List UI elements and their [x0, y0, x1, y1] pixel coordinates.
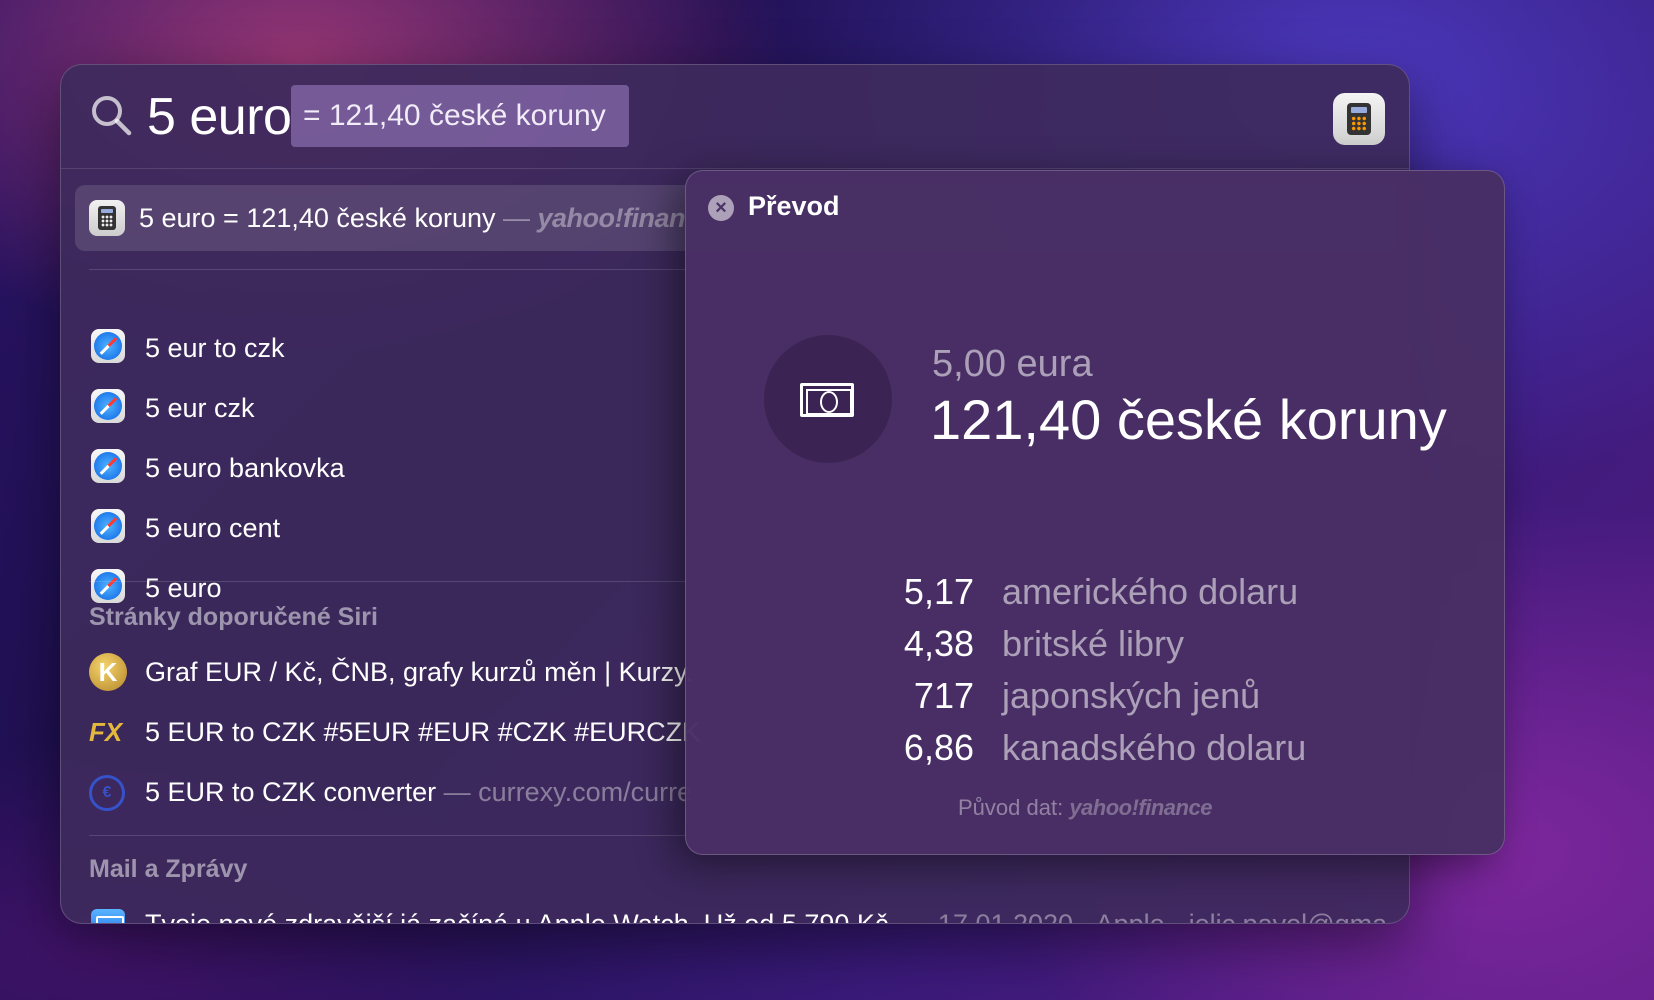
mail-result-meta: — 17.01.2020 · Apple · jelic.pavel@gma — [903, 909, 1388, 924]
kurzy-site-icon: K — [89, 653, 127, 691]
suggestion-label: 5 euro — [145, 573, 222, 603]
search-icon — [92, 96, 132, 136]
data-source: Původ dat: yahoo!finance — [958, 795, 1212, 821]
suggestion-label: 5 eur to czk — [145, 333, 285, 363]
search-input[interactable]: 5 euro — [147, 85, 292, 149]
rate-row: 717 japonských jenů — [866, 675, 1386, 727]
rate-currency: amerického dolaru — [1002, 571, 1299, 612]
suggestion-item[interactable]: 5 eur to czk — [61, 323, 701, 379]
converted-amount: 121,40 české koruny — [930, 388, 1447, 451]
search-bar[interactable]: 5 euro = 121,40 české koruny — [61, 65, 1409, 169]
safari-icon — [91, 329, 125, 363]
siri-result[interactable]: K Graf EUR / Kč, ČNB, grafy kurzů měn | … — [61, 647, 701, 703]
suggestion-item[interactable]: 5 euro bankovka — [61, 443, 701, 499]
siri-result-label: Graf EUR / Kč, ČNB, grafy kurzů měn | Ku… — [145, 657, 694, 687]
safari-icon — [91, 509, 125, 543]
mail-result-label: Tvoje nové zdravější já začíná u Apple W… — [145, 909, 896, 924]
rate-value: 717 — [913, 675, 974, 716]
rate-row: 5,17 amerického dolaru — [866, 571, 1386, 623]
calculator-icon — [1347, 103, 1371, 135]
rate-row: 4,38 britské libry — [866, 623, 1386, 675]
top-hit-label: 5 euro = 121,40 české koruny — [139, 203, 496, 233]
suggestion-label: 5 euro bankovka — [145, 453, 345, 483]
suggestion-item[interactable]: 5 euro cent — [61, 503, 701, 559]
mail-result[interactable]: Tvoje nové zdravější já začíná u Apple W… — [61, 899, 1409, 924]
yahoo-finance-logo[interactable]: yahoo!finance — [1069, 795, 1212, 820]
fx-site-icon: FX — [89, 717, 123, 747]
search-completion: = 121,40 české koruny — [291, 85, 629, 147]
siri-result-label: 5 EUR to CZK converter — [145, 777, 437, 807]
siri-result-label: 5 EUR to CZK #5EUR #EUR #CZK #EURCZK — [145, 717, 701, 747]
siri-result-url: — currexy.com/curre — [443, 777, 693, 807]
mail-icon — [91, 909, 125, 923]
safari-icon — [91, 449, 125, 483]
rate-value: 5,17 — [903, 571, 974, 612]
rate-currency: kanadského dolaru — [1002, 727, 1307, 768]
rate-row: 6,86 kanadského dolaru — [866, 727, 1386, 779]
top-hit-separator: — — [503, 203, 530, 233]
section-title-mail: Mail a Zprávy — [89, 855, 248, 883]
suggestion-label: 5 euro cent — [145, 513, 281, 543]
source-amount: 5,00 eura — [932, 343, 1093, 385]
calculator-app-icon[interactable] — [1333, 93, 1385, 145]
suggestion-item[interactable]: 5 eur czk — [61, 383, 701, 439]
other-currency-rates: 5,17 amerického dolaru 4,38 britské libr… — [866, 571, 1386, 779]
close-icon[interactable]: × — [708, 195, 734, 221]
rate-value: 6,86 — [903, 727, 974, 768]
siri-result[interactable]: € 5 EUR to CZK converter — currexy.com/c… — [61, 767, 701, 823]
banknote-icon — [800, 383, 854, 417]
yahoo-finance-logo: yahoo!finan — [537, 203, 686, 233]
currexy-site-icon: € — [89, 775, 125, 811]
siri-result[interactable]: FX 5 EUR to CZK #5EUR #EUR #CZK #EURCZK — [61, 707, 701, 763]
section-title-siri: Stránky doporučené Siri — [89, 603, 378, 631]
suggestion-label: 5 eur czk — [145, 393, 255, 423]
conversion-preview-panel: × Převod 5,00 eura 121,40 české koruny 5… — [685, 170, 1505, 855]
calculator-icon — [89, 200, 125, 236]
rate-value: 4,38 — [903, 623, 974, 664]
safari-icon — [91, 389, 125, 423]
currency-icon-circle — [764, 335, 892, 463]
rate-currency: britské libry — [1002, 623, 1185, 664]
preview-title: Převod — [748, 191, 840, 221]
data-source-label: Původ dat: — [958, 795, 1064, 820]
safari-icon — [91, 569, 125, 603]
rate-currency: japonských jenů — [1002, 675, 1261, 716]
